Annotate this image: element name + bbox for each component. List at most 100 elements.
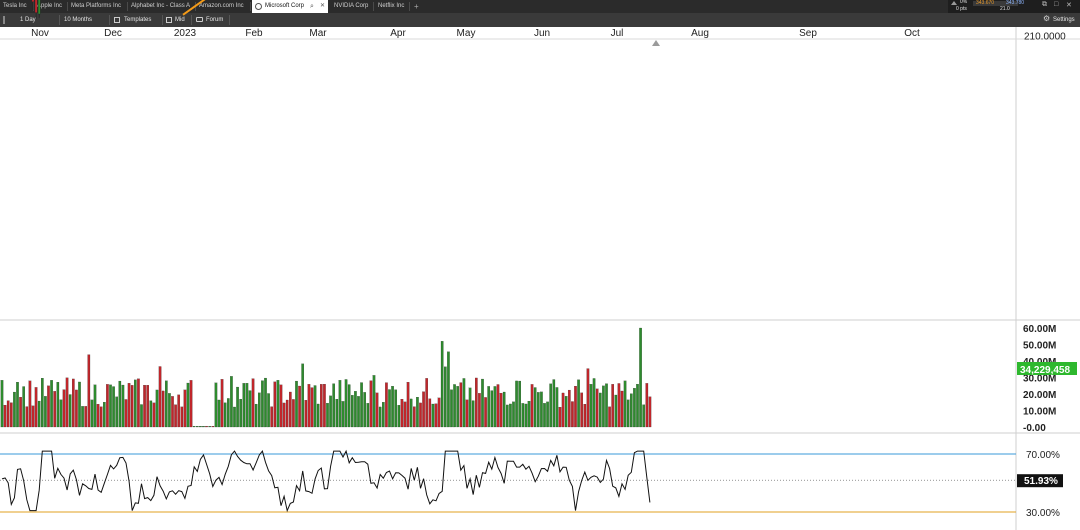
volume-bar bbox=[264, 377, 267, 428]
volume-bar bbox=[561, 392, 565, 428]
volume-bar bbox=[78, 381, 81, 428]
volume-bar bbox=[279, 384, 283, 428]
rsi-line bbox=[1, 449, 651, 513]
volume-bar bbox=[462, 378, 466, 428]
volume-bar bbox=[236, 386, 239, 428]
volume-bar bbox=[47, 385, 50, 428]
volume-bar bbox=[25, 406, 29, 428]
candle-body bbox=[37, 0, 41, 15]
volume-bar bbox=[71, 378, 75, 428]
x-axis-label: Dec bbox=[104, 28, 122, 39]
volume-bar bbox=[332, 383, 336, 428]
volume-bar bbox=[134, 379, 137, 428]
volume-bar bbox=[189, 380, 193, 428]
volume-bar bbox=[307, 384, 311, 428]
volume-bar bbox=[152, 402, 156, 428]
volume-bar bbox=[558, 407, 562, 428]
volume-bar bbox=[536, 392, 540, 428]
volume-bar bbox=[369, 380, 373, 428]
volume-bar bbox=[251, 378, 255, 428]
volume-bar bbox=[267, 393, 270, 428]
volume-bar bbox=[230, 376, 233, 428]
volume-bar bbox=[633, 388, 636, 428]
volume-bar bbox=[499, 392, 503, 428]
volume-bar bbox=[87, 354, 91, 428]
volume-bar bbox=[56, 382, 60, 428]
volume-bar bbox=[357, 396, 360, 428]
volume-bar bbox=[214, 382, 218, 428]
volume-bar bbox=[118, 380, 122, 428]
x-axis-label: May bbox=[457, 28, 476, 39]
volume-bar bbox=[205, 426, 208, 428]
volume-bar bbox=[155, 389, 159, 428]
volume-bar bbox=[13, 391, 16, 428]
volume-bar bbox=[242, 383, 246, 428]
x-axis-label: Aug bbox=[691, 28, 709, 39]
volume-bar bbox=[518, 380, 522, 428]
volume-bar bbox=[285, 399, 289, 428]
volume-bar bbox=[254, 403, 258, 428]
volume-bar bbox=[28, 380, 32, 428]
volume-bar bbox=[298, 385, 301, 428]
price-tick-label: 210.0000 bbox=[1024, 31, 1066, 42]
volume-bar bbox=[354, 391, 357, 428]
volume-badge: 34,229,458 bbox=[1020, 365, 1070, 376]
rsi-badge: 51.93% bbox=[1024, 476, 1058, 487]
volume-bar bbox=[6, 400, 10, 428]
volume-bar bbox=[493, 386, 497, 428]
alert-marker-icon bbox=[652, 40, 660, 46]
volume-bar bbox=[137, 378, 140, 428]
volume-bar bbox=[450, 389, 453, 428]
volume-bar bbox=[124, 399, 128, 428]
volume-bar bbox=[447, 351, 450, 428]
volume-bar bbox=[211, 426, 215, 428]
volume-bar bbox=[310, 387, 314, 428]
volume-bar bbox=[81, 406, 84, 428]
volume-bar bbox=[589, 384, 593, 428]
volume-bar bbox=[233, 406, 236, 428]
volume-bar bbox=[75, 389, 78, 428]
volume-bar bbox=[335, 399, 339, 428]
volume-bar bbox=[180, 406, 184, 428]
candle-body bbox=[31, 0, 35, 2]
volume-bar bbox=[62, 389, 66, 428]
volume-bar bbox=[375, 392, 379, 428]
volume-bar bbox=[186, 382, 190, 428]
volume-bar bbox=[431, 403, 435, 428]
chart-canvas[interactable]: NovDec2023FebMarAprMayJunJulAugSepOct360… bbox=[0, 0, 1080, 530]
volume-bar bbox=[168, 393, 171, 428]
volume-bar bbox=[645, 383, 649, 428]
volume-bar bbox=[397, 405, 401, 428]
volume-tick-label: 10.00M bbox=[1023, 407, 1056, 418]
volume-bar bbox=[320, 384, 323, 428]
volume-bar bbox=[158, 366, 162, 428]
volume-bar bbox=[549, 383, 553, 428]
volume-bar bbox=[475, 377, 478, 428]
volume-bar bbox=[93, 384, 97, 428]
volume-bar bbox=[648, 396, 652, 428]
volume-bar bbox=[165, 380, 168, 428]
volume-bar bbox=[59, 399, 63, 428]
volume-bar bbox=[16, 382, 19, 428]
volume-bar bbox=[571, 401, 574, 428]
volume-bar bbox=[546, 401, 549, 428]
rsi-upper-label: 70.00% bbox=[1026, 450, 1060, 461]
volume-bar bbox=[171, 396, 174, 428]
volume-tick-label: 60.00M bbox=[1023, 324, 1056, 335]
volume-bar bbox=[295, 380, 298, 428]
volume-bar bbox=[478, 393, 481, 428]
volume-bar bbox=[143, 385, 146, 428]
volume-bar bbox=[592, 378, 596, 428]
volume-bar bbox=[580, 392, 584, 428]
volume-bar bbox=[605, 383, 608, 428]
volume-bar bbox=[239, 398, 243, 428]
volume-bar bbox=[434, 403, 438, 428]
volume-bar bbox=[512, 401, 515, 428]
volume-bar bbox=[304, 400, 308, 428]
volume-bar bbox=[326, 403, 329, 428]
volume-bar bbox=[65, 377, 69, 428]
volume-bar bbox=[276, 380, 280, 428]
volume-bar bbox=[626, 399, 630, 428]
volume-bar bbox=[425, 378, 429, 428]
volume-bar bbox=[10, 402, 13, 428]
